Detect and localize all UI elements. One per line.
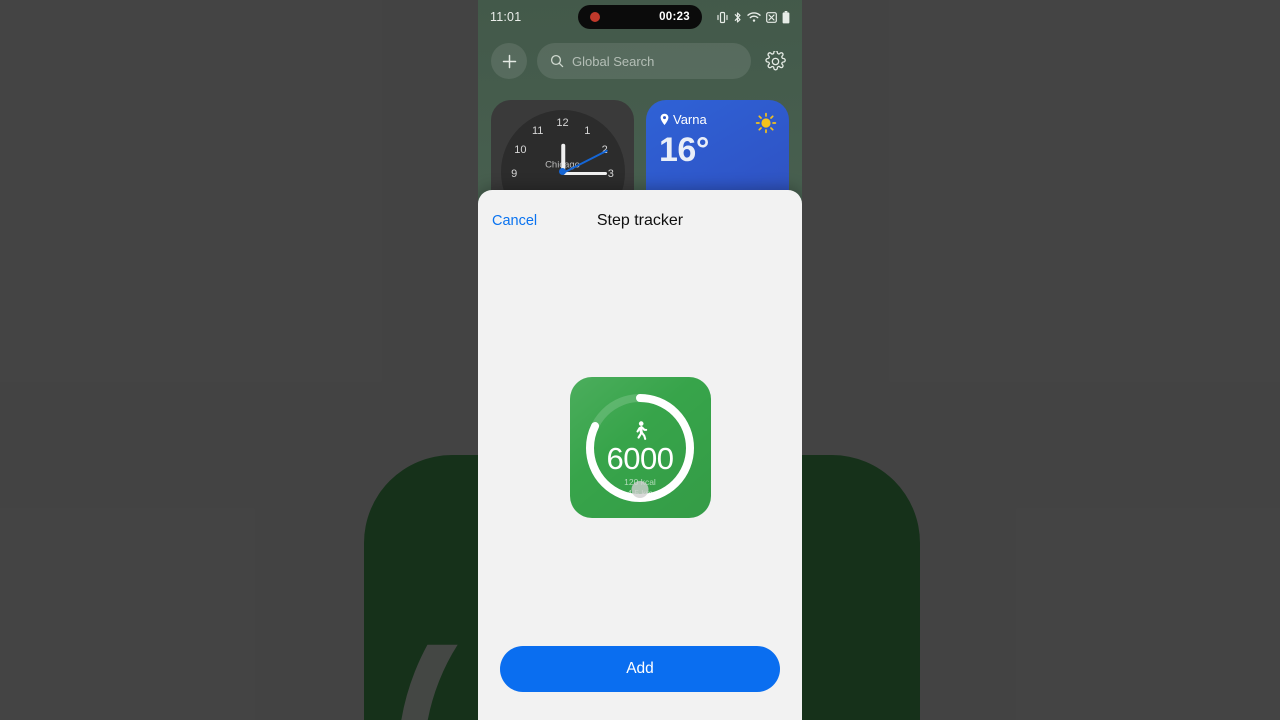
clock-numeral: 9 [511,167,518,180]
widget-preview-area: 6000 120 kcal 4.5 km [478,377,802,518]
add-widget-button[interactable] [491,43,527,79]
search-placeholder: Global Search [572,53,655,69]
clock-numeral: 10 [514,144,527,157]
clock-numeral: 12 [556,117,569,130]
recording-dot-icon [590,12,600,22]
home-search-row: Global Search [478,40,802,82]
screen: 11:01 00:23 Global Search 12 1 3 9 10 11… [0,0,1280,720]
plus-icon [502,54,516,68]
search-icon [550,54,564,68]
clock-numeral: 1 [584,124,591,137]
loading-indicator [631,481,649,498]
sun-icon [755,112,777,139]
step-count-value: 6000 [606,441,674,476]
walking-person-icon [635,421,647,440]
add-widget-sheet: Cancel Step tracker 6000 120 kcal Add [478,190,802,720]
vibrate-icon [717,11,728,24]
cancel-button[interactable]: Cancel [492,213,537,229]
clock-minute-hand [562,171,607,175]
step-tracker-widget-preview[interactable]: 6000 120 kcal 4.5 km [569,377,711,518]
phone-screen: 11:01 00:23 Global Search 12 1 3 9 10 11… [478,0,802,720]
clock-center-cap [559,168,566,175]
recording-timer: 00:23 [659,11,690,23]
clock-numeral: 3 [607,167,614,180]
add-button[interactable]: Add [500,646,780,692]
location-pin-icon [660,113,669,125]
settings-button[interactable] [761,47,789,75]
clock-numeral: 11 [531,124,544,137]
search-input[interactable]: Global Search [537,43,751,79]
sheet-header: Cancel Step tracker [478,190,802,252]
wifi-icon [747,11,761,23]
recording-pill[interactable]: 00:23 [578,5,702,29]
status-bar: 11:01 00:23 [478,0,802,34]
battery-icon [782,10,790,24]
status-bar-clock: 11:01 [490,10,522,24]
gear-icon [764,50,786,70]
bluetooth-icon [733,11,742,24]
status-bar-icons [717,10,790,24]
no-sim-icon [766,11,777,23]
weather-city-label: Varna [673,112,707,127]
